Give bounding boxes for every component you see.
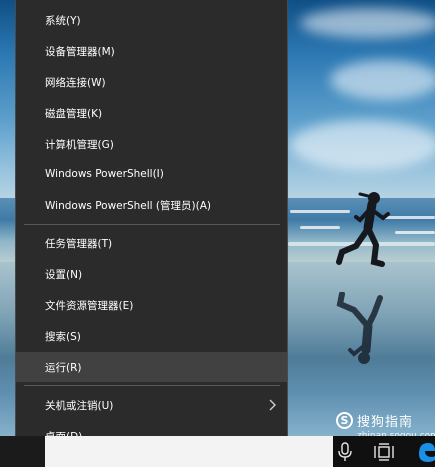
menu-item-label: 计算机管理(G) [45, 138, 114, 151]
wallpaper-cloud [290, 120, 435, 170]
menu-item-label: 磁盘管理(K) [45, 107, 103, 120]
menu-item-powershell[interactable]: Windows PowerShell(I) [16, 159, 287, 189]
runner-reflection [336, 292, 383, 364]
menu-item-label: Windows PowerShell (管理员)(A) [45, 199, 211, 212]
menu-item-label: 文件资源管理器(E) [45, 299, 134, 312]
runner-figure [336, 192, 390, 267]
taskbar-search-box[interactable] [45, 436, 333, 467]
menu-item-settings[interactable]: 设置(N) [16, 259, 287, 289]
sogou-logo-icon: S [336, 412, 353, 429]
menu-item-file-explorer[interactable]: 文件资源管理器(E) [16, 290, 287, 320]
microphone-icon[interactable] [336, 442, 354, 462]
menu-item-device-manager[interactable]: 设备管理器(M) [16, 36, 287, 66]
menu-item-label: 关机或注销(U) [45, 399, 114, 412]
menu-item-computer-management[interactable]: 计算机管理(G) [16, 129, 287, 159]
menu-item-label: 网络连接(W) [45, 76, 106, 89]
menu-item-powershell-admin[interactable]: Windows PowerShell (管理员)(A) [16, 190, 287, 220]
menu-item-label: 系统(Y) [45, 14, 81, 27]
menu-item-network-connections[interactable]: 网络连接(W) [16, 67, 287, 97]
edge-browser-icon[interactable] [416, 440, 435, 464]
menu-separator [24, 385, 280, 386]
menu-item-task-manager[interactable]: 任务管理器(T) [16, 228, 287, 258]
menu-item-system[interactable]: 系统(Y) [16, 5, 287, 35]
menu-separator [24, 224, 280, 225]
task-view-icon[interactable] [374, 443, 394, 461]
menu-item-search[interactable]: 搜索(S) [16, 321, 287, 351]
menu-item-label: 设置(N) [45, 268, 83, 281]
taskbar-start-area[interactable] [0, 436, 45, 467]
menu-item-shutdown-signout[interactable]: 关机或注销(U) [16, 390, 287, 420]
menu-item-label: Windows PowerShell(I) [45, 168, 164, 180]
menu-item-run[interactable]: 运行(R) [16, 352, 287, 382]
menu-item-label: 搜索(S) [45, 330, 81, 343]
taskbar [0, 436, 435, 467]
menu-item-label: 设备管理器(M) [45, 45, 115, 58]
chevron-right-icon [269, 399, 276, 411]
watermark-brand-text: 搜狗指南 [357, 415, 414, 430]
wallpaper-cloud [330, 60, 435, 100]
winx-context-menu: 系统(Y) 设备管理器(M) 网络连接(W) 磁盘管理(K) 计算机管理(G) … [15, 0, 288, 455]
sogou-watermark: S 搜狗指南 [336, 411, 413, 430]
menu-item-disk-management[interactable]: 磁盘管理(K) [16, 98, 287, 128]
menu-item-label: 运行(R) [45, 361, 82, 374]
wallpaper-cloud [300, 8, 435, 38]
menu-item-label: 任务管理器(T) [45, 237, 113, 250]
